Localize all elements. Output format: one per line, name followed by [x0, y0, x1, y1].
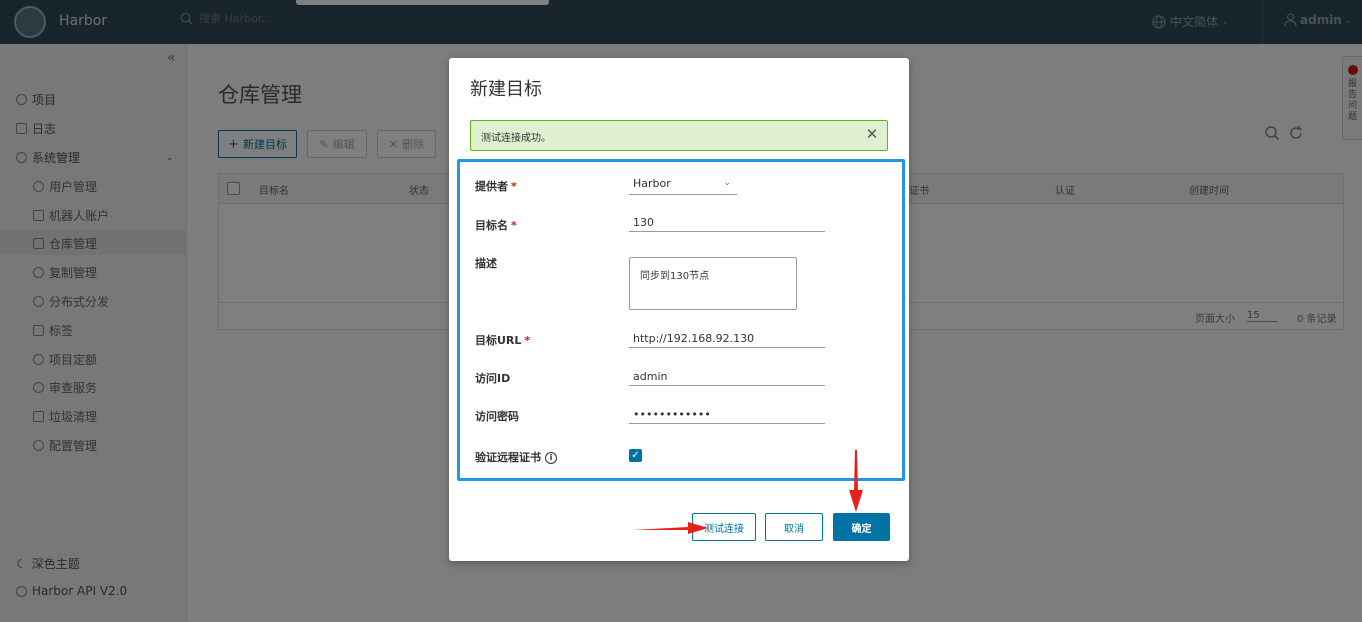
- chevron-down-icon: ⌄: [723, 178, 731, 188]
- alert-message: 测试连接成功。: [481, 133, 551, 144]
- url-label: 目标URL *: [475, 332, 530, 348]
- required-marker: *: [524, 334, 531, 347]
- name-label: 目标名 *: [475, 217, 517, 233]
- annotation-arrow-ok: [849, 450, 863, 512]
- success-alert: 测试连接成功。 ✕: [470, 120, 888, 151]
- access-id-label: 访问ID: [475, 372, 511, 385]
- ok-button[interactable]: 确定: [833, 513, 890, 541]
- annotation-arrow-test: [632, 522, 708, 534]
- provider-label: 提供者 *: [475, 178, 517, 194]
- description-label: 描述: [475, 257, 497, 270]
- access-id-input[interactable]: [629, 368, 825, 386]
- required-marker: *: [511, 180, 517, 193]
- endpoint-name-input[interactable]: [629, 214, 825, 232]
- name-label-text: 目标名: [475, 219, 508, 232]
- provider-label-text: 提供者: [475, 180, 508, 193]
- verify-cert-label: 验证远程证书 i: [475, 449, 557, 465]
- provider-select[interactable]: Harbor ⌄: [629, 177, 737, 195]
- endpoint-url-input[interactable]: [629, 330, 825, 348]
- close-icon[interactable]: ✕: [865, 127, 879, 142]
- verify-cert-label-text: 验证远程证书: [475, 451, 541, 464]
- url-label-text: 目标URL: [475, 334, 522, 347]
- cancel-button[interactable]: 取消: [765, 513, 823, 541]
- access-secret-label: 访问密码: [475, 410, 519, 423]
- required-marker: *: [511, 219, 517, 232]
- provider-value: Harbor: [633, 177, 671, 190]
- description-textarea[interactable]: 同步到130节点: [629, 257, 797, 310]
- endpoint-form: 提供者* Harbor ⌄ 目标名* 描述 同步到130节点 目标URL* 访问…: [457, 159, 905, 481]
- verify-cert-checkbox[interactable]: ✓: [629, 449, 642, 462]
- info-icon[interactable]: i: [545, 452, 557, 464]
- access-secret-input[interactable]: [629, 406, 825, 424]
- new-endpoint-dialog: 新建目标 测试连接成功。 ✕ 提供者* Harbor ⌄ 目标名* 描述 同步到…: [449, 58, 909, 561]
- dialog-title: 新建目标: [470, 79, 542, 100]
